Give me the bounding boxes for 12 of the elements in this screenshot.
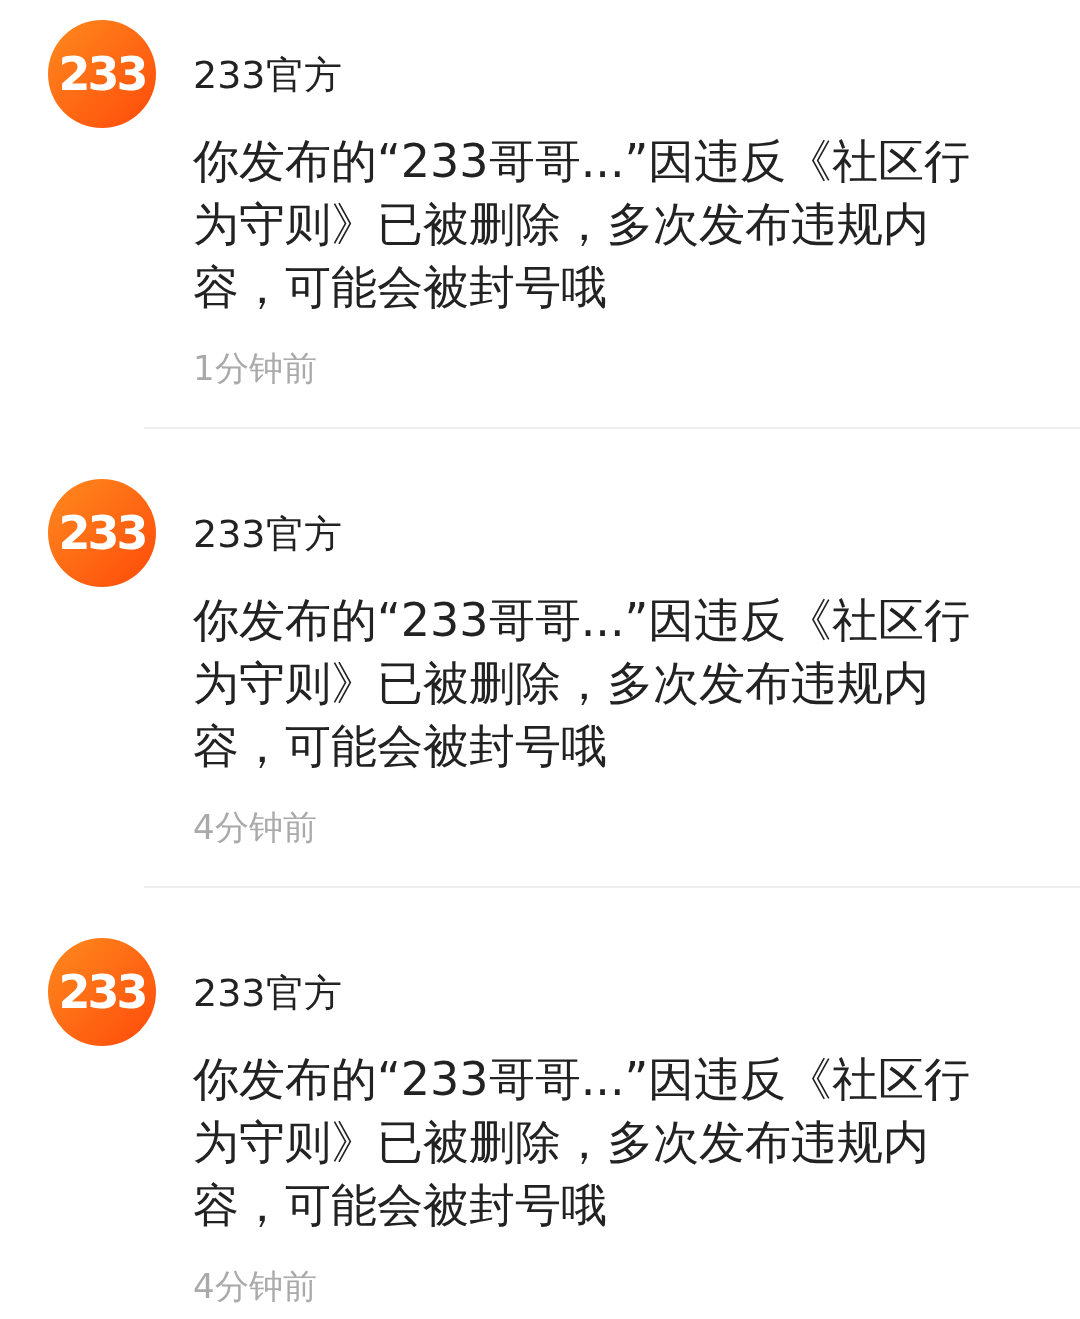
- message-text: 你发布的“233哥哥...”因违反《社区行为守则》已被删除，多次发布违规内容，可能会被封号哦: [193, 1051, 972, 1234]
- timestamp: 4分钟前: [193, 806, 318, 849]
- sender-name: 233官方: [193, 52, 343, 99]
- sender-name: 233官方: [193, 970, 343, 1017]
- avatar-logo: 233: [48, 479, 156, 587]
- avatar-logo: 233: [48, 20, 156, 128]
- message-text: 你发布的“233哥哥...”因违反《社区行为守则》已被删除，多次发布违规内容，可能会被封号哦: [193, 133, 972, 316]
- timestamp: 4分钟前: [193, 1265, 318, 1308]
- avatar-logo: 233: [48, 938, 156, 1046]
- sender-name: 233官方: [193, 511, 343, 558]
- timestamp: 1分钟前: [193, 347, 318, 390]
- message-text: 你发布的“233哥哥...”因违反《社区行为守则》已被删除，多次发布违规内容，可能会被封号哦: [193, 592, 972, 775]
